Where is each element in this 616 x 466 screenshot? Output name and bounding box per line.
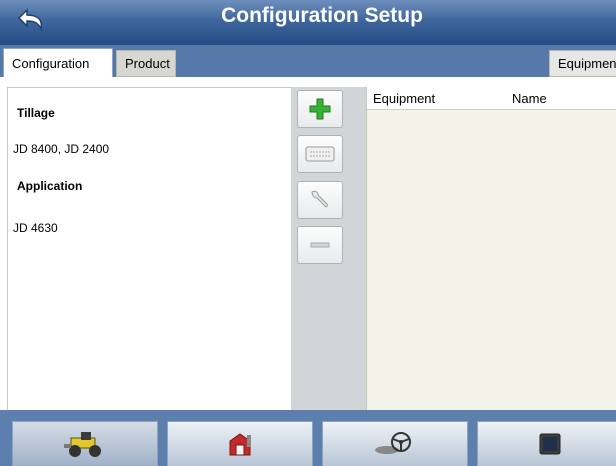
page-title: Configuration Setup (221, 4, 423, 27)
bottom-nav (0, 410, 616, 466)
nav-farm-button[interactable] (167, 421, 313, 466)
minus-icon (310, 242, 330, 248)
settings-button[interactable] (297, 181, 343, 219)
nav-display-button[interactable] (477, 421, 616, 466)
table-header: Equipment Name (367, 87, 616, 110)
wrench-icon (311, 190, 328, 208)
toolbar-column (291, 87, 366, 410)
tab-configuration[interactable]: Configuration (3, 48, 113, 77)
barn-icon (229, 433, 251, 456)
title-bar: Configuration Setup (0, 0, 616, 45)
tab-product[interactable]: Product (116, 50, 176, 77)
column-header-equipment[interactable]: Equipment (373, 91, 435, 106)
tab-bar: Configuration Product Equipment (0, 45, 616, 77)
steering-wheel-icon (375, 432, 411, 454)
plus-icon (309, 98, 331, 120)
column-header-name[interactable]: Name (512, 91, 547, 106)
keyboard-button[interactable] (297, 135, 343, 173)
group-header-tillage: Tillage (17, 106, 55, 120)
list-item[interactable]: JD 8400, JD 2400 (13, 142, 109, 156)
configuration-list: Tillage JD 8400, JD 2400 Application JD … (7, 87, 293, 411)
display-icon (539, 433, 561, 455)
tractor-icon (64, 432, 101, 457)
equipment-table: Equipment Name (366, 87, 616, 410)
add-button[interactable] (297, 90, 343, 128)
tab-equipment[interactable]: Equipment (549, 50, 616, 77)
nav-guidance-button[interactable] (322, 421, 468, 466)
nav-tractor-button[interactable] (12, 421, 158, 466)
list-item[interactable]: JD 4630 (13, 221, 58, 235)
main-content: Tillage JD 8400, JD 2400 Application JD … (0, 77, 616, 411)
remove-button[interactable] (297, 226, 343, 264)
group-header-application: Application (17, 179, 83, 193)
keyboard-icon (305, 146, 335, 162)
